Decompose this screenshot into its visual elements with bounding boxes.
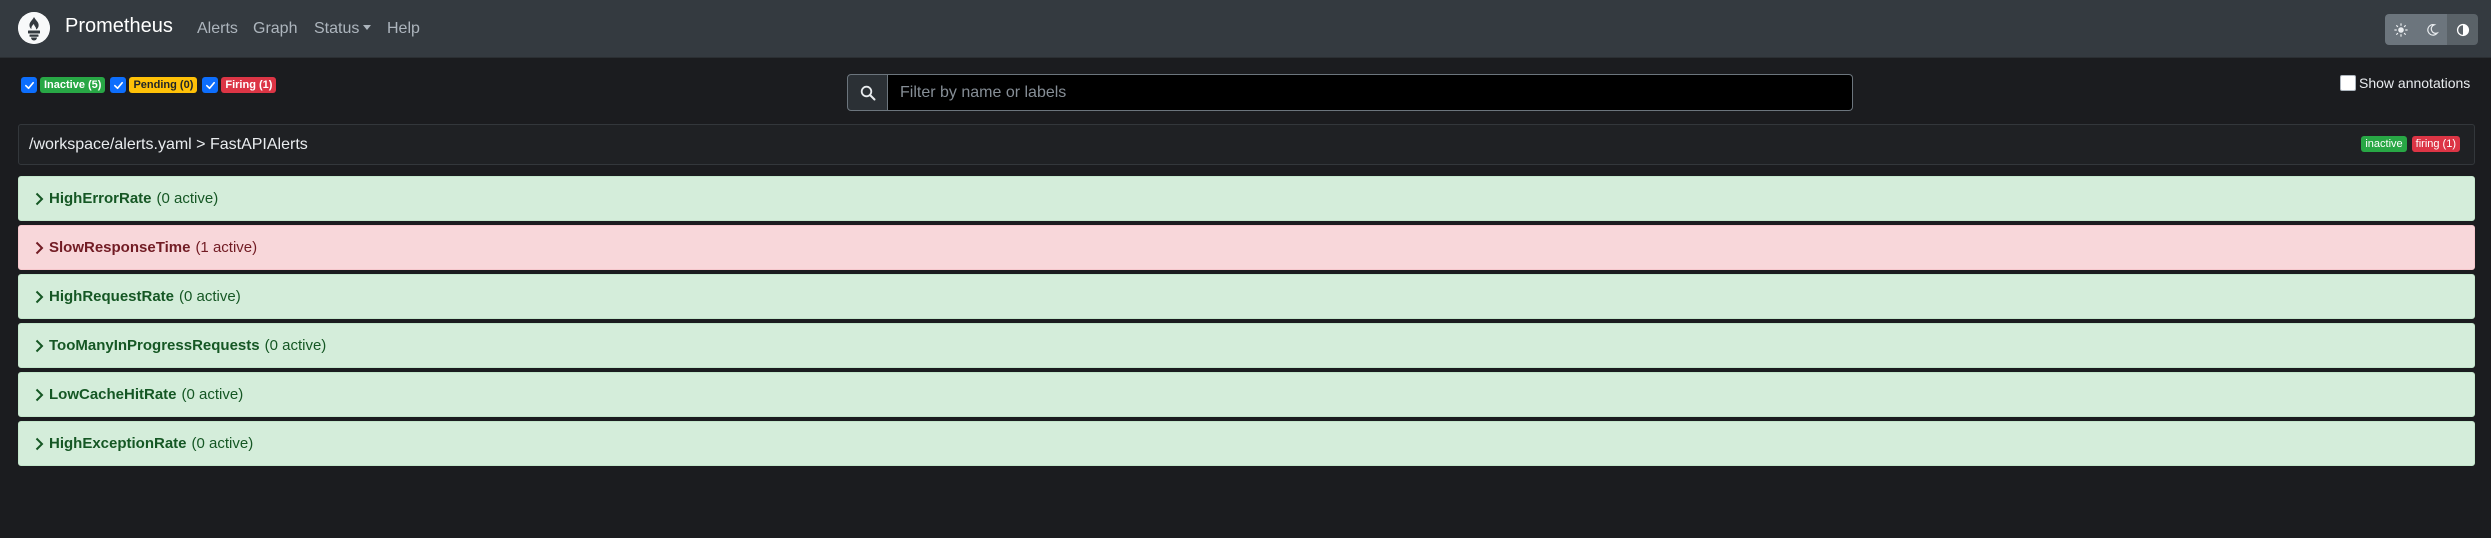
search-icon [860,85,875,100]
alert-rule-count: (0 active) [264,337,327,354]
nav-alerts[interactable]: Alerts [197,20,238,38]
group-firing-badge: firing (1) [2411,136,2460,152]
search-button[interactable] [847,74,888,111]
prometheus-logo-icon[interactable] [18,12,50,44]
caret-down-icon [363,25,372,30]
theme-toggle-group [2385,14,2478,45]
pending-filter-badge[interactable]: Pending (0) [129,77,198,93]
nav-status-dropdown[interactable]: Status [314,20,372,38]
alert-rule-name: LowCacheHitRate [49,386,177,403]
contrast-icon [2456,23,2469,36]
firing-checkbox[interactable] [202,77,219,93]
alert-rule-name: HighErrorRate [49,190,152,207]
nav-status-label: Status [314,20,360,37]
search-input[interactable] [888,74,1853,111]
theme-dark-button[interactable] [2416,14,2447,45]
alert-rule-row[interactable]: LowCacheHitRate (0 active) [18,372,2475,417]
search-bar [847,74,1853,111]
check-icon [24,81,34,89]
alert-rule-name: HighExceptionRate [49,435,187,452]
alert-rule-count: (1 active) [195,239,258,256]
alert-rule-name: SlowResponseTime [49,239,191,256]
inactive-checkbox[interactable] [21,77,37,93]
firing-filter-badge[interactable]: Firing (1) [221,77,277,93]
alert-rule-count: (0 active) [191,435,254,452]
alert-rule-row[interactable]: HighRequestRate (0 active) [18,274,2475,319]
state-filters: Inactive (5) Pending (0) Firing (1) [21,76,281,94]
alert-rule-row[interactable]: HighExceptionRate (0 active) [18,421,2475,466]
rule-group-title: /workspace/alerts.yaml > FastAPIAlerts [29,136,308,153]
theme-light-button[interactable] [2385,14,2416,45]
group-inactive-badge: inactive [2361,136,2407,152]
alert-rule-name: HighRequestRate [49,288,175,305]
moon-icon [2426,23,2439,36]
show-annotations-toggle: Show annotations [2340,75,2470,91]
rule-group-header: /workspace/alerts.yaml > FastAPIAlerts i… [18,124,2475,165]
nav-graph[interactable]: Graph [253,20,297,38]
inactive-filter-badge[interactable]: Inactive (5) [40,77,106,93]
nav-help[interactable]: Help [387,20,420,38]
chevron-right-icon [35,290,44,303]
show-annotations-checkbox[interactable] [2340,75,2356,91]
chevron-right-icon [35,339,44,352]
check-icon [205,81,215,89]
check-icon [113,81,123,89]
alert-rule-row[interactable]: HighErrorRate (0 active) [18,176,2475,221]
chevron-right-icon [35,192,44,205]
sun-icon [2393,22,2408,37]
chevron-right-icon [35,437,44,450]
rule-group-badges: inactive firing (1) [2356,136,2460,152]
alert-rule-row[interactable]: TooManyInProgressRequests (0 active) [18,323,2475,368]
show-annotations-label[interactable]: Show annotations [2359,75,2470,91]
chevron-right-icon [35,241,44,254]
alert-rule-row[interactable]: SlowResponseTime (1 active) [18,225,2475,270]
alert-rule-count: (0 active) [179,288,241,305]
pending-checkbox[interactable] [110,77,127,93]
alert-rule-count: (0 active) [181,386,244,403]
theme-auto-button[interactable] [2447,14,2478,45]
alert-rule-name: TooManyInProgressRequests [49,337,260,354]
navbar: Prometheus Alerts Graph Status Help [0,0,2491,58]
alert-rule-count: (0 active) [156,190,219,207]
chevron-right-icon [35,388,44,401]
brand-title[interactable]: Prometheus [65,15,173,38]
